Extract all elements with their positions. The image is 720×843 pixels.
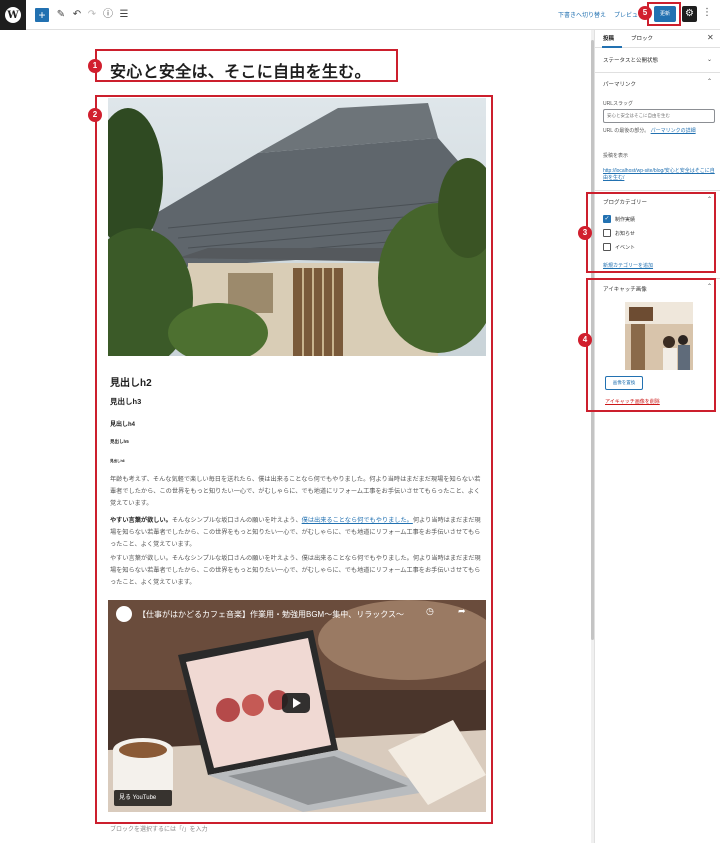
annotation-badge-2: 2 bbox=[88, 108, 102, 122]
close-icon[interactable]: ✕ bbox=[707, 33, 714, 42]
remove-featured-image-link[interactable]: アイキャッチ画像を削除 bbox=[605, 398, 660, 405]
active-tab-indicator bbox=[602, 46, 622, 48]
featured-image-panel-header[interactable]: アイキャッチ画像 bbox=[603, 285, 647, 293]
paragraph-2-text: そんなシンプルな坂口さんの願いを叶えよう、 bbox=[171, 517, 302, 524]
add-block-button[interactable]: + bbox=[35, 8, 49, 22]
play-button-icon[interactable] bbox=[282, 693, 310, 713]
house-photo-image[interactable] bbox=[108, 98, 486, 356]
chevron-up-icon[interactable]: ⌃ bbox=[707, 196, 712, 203]
share-icon[interactable]: ➦ bbox=[458, 606, 466, 617]
heading-h3[interactable]: 見出しh3 bbox=[110, 396, 141, 407]
settings-sidebar: 投稿 ブロック ✕ ステータスと公開状態 ⌄ パーマリンク ⌃ URLスラッグ … bbox=[594, 30, 720, 843]
status-panel-header[interactable]: ステータスと公開状態 bbox=[603, 56, 658, 64]
url-help-label: URL の最後の部分。 bbox=[603, 128, 650, 134]
heading-h2[interactable]: 見出しh2 bbox=[110, 374, 152, 389]
paragraph-2-link[interactable]: 僕は出来ることなら何でもやりました。 bbox=[302, 517, 413, 524]
divider bbox=[595, 190, 720, 191]
list-view-icon[interactable]: ☰ bbox=[118, 8, 130, 22]
heading-h4[interactable]: 見出しh4 bbox=[110, 419, 135, 428]
category-label: イベント bbox=[615, 244, 636, 251]
url-slug-input[interactable]: 安心と安全はそこに自由を生む bbox=[603, 109, 715, 123]
view-post-link[interactable]: http://localhost/wp-site/blog/安心と安全はそこに自… bbox=[603, 168, 715, 182]
settings-gear-icon[interactable]: ⚙ bbox=[682, 6, 697, 22]
paragraph-1[interactable]: 年齢も考えず、そんな気軽で楽しい毎日を送れたら、僕は出来ることなら何でもやりまし… bbox=[110, 474, 486, 510]
redo-icon[interactable]: ↷ bbox=[86, 8, 98, 22]
wordpress-logo-button[interactable]: W bbox=[0, 0, 26, 30]
sidebar-tabs: 投稿 ブロック ✕ bbox=[595, 30, 720, 48]
featured-image-thumbnail[interactable] bbox=[625, 302, 693, 370]
category-checkbox-row[interactable]: お知らせ bbox=[603, 229, 635, 237]
add-category-link[interactable]: 新規カテゴリーを追加 bbox=[603, 262, 653, 269]
checkbox-icon[interactable] bbox=[603, 243, 611, 251]
annotation-badge-1: 1 bbox=[88, 59, 102, 73]
tab-block[interactable]: ブロック bbox=[631, 34, 653, 42]
category-label: 制作実績 bbox=[615, 216, 636, 223]
watch-later-icon[interactable]: ◷ bbox=[426, 606, 434, 617]
more-options-icon[interactable]: ⋮ bbox=[702, 7, 712, 18]
heading-h5[interactable]: 見出しh5 bbox=[110, 439, 129, 445]
checkbox-checked-icon[interactable]: ✓ bbox=[603, 215, 611, 223]
block-appender-hint[interactable]: ブロックを選択するには「/」を入力 bbox=[110, 824, 208, 833]
channel-avatar-icon[interactable] bbox=[116, 606, 132, 622]
post-title[interactable]: 安心と安全は、そこに自由を生む。 bbox=[110, 58, 371, 82]
featured-image-illustration bbox=[625, 302, 693, 370]
view-post-label: 投稿を表示 bbox=[603, 153, 629, 159]
paragraph-2-bold: やすい言葉が欲しい。 bbox=[110, 517, 172, 524]
heading-h6[interactable]: 見出しh6 bbox=[110, 459, 125, 464]
permalink-panel-header[interactable]: パーマリンク bbox=[603, 80, 636, 88]
video-title[interactable]: 【仕事がはかどるカフェ音楽】作業用・勉強用BGM～集中、リラックス～ bbox=[138, 609, 404, 620]
category-panel-header[interactable]: ブログカテゴリー bbox=[603, 198, 647, 206]
category-checkbox-row[interactable]: イベント bbox=[603, 243, 635, 251]
category-label: お知らせ bbox=[615, 230, 635, 237]
editor-toolbar: W + ✎ ↶ ↷ ⓘ ☰ 下書きへ切り替え プレビュー 更新 ⚙ ⋮ bbox=[0, 0, 720, 30]
url-slug-label: URLスラッグ bbox=[603, 101, 634, 107]
annotation-badge-4: 4 bbox=[578, 333, 592, 347]
category-checkbox-row[interactable]: ✓ 制作実績 bbox=[603, 215, 635, 223]
switch-to-draft-button[interactable]: 下書きへ切り替え bbox=[558, 10, 606, 19]
info-icon[interactable]: ⓘ bbox=[102, 8, 114, 22]
divider bbox=[595, 278, 720, 279]
youtube-watch-bar[interactable]: 見る YouTube bbox=[114, 790, 172, 806]
url-help-text: URL の最後の部分。 パーマリンクの詳細 bbox=[603, 128, 715, 135]
update-button[interactable]: 更新 bbox=[654, 6, 676, 22]
house-photo-illustration bbox=[108, 98, 486, 356]
replace-image-button[interactable]: 画像を置換 bbox=[605, 376, 643, 390]
undo-icon[interactable]: ↶ bbox=[71, 8, 83, 22]
permalink-help-link[interactable]: パーマリンクの詳細 bbox=[651, 128, 696, 134]
annotation-badge-5: 5 bbox=[638, 6, 652, 20]
wordpress-icon: W bbox=[5, 7, 21, 23]
checkbox-icon[interactable] bbox=[603, 229, 611, 237]
chevron-up-icon[interactable]: ⌃ bbox=[707, 78, 712, 85]
paragraph-2[interactable]: やすい言葉が欲しい。そんなシンプルな坂口さんの願いを叶えよう、僕は出来ることなら… bbox=[110, 515, 486, 551]
annotation-badge-3: 3 bbox=[578, 226, 592, 240]
chevron-down-icon[interactable]: ⌄ bbox=[707, 56, 712, 63]
chevron-up-icon[interactable]: ⌃ bbox=[707, 283, 712, 290]
pen-icon[interactable]: ✎ bbox=[55, 8, 67, 22]
divider bbox=[595, 72, 720, 73]
tab-post[interactable]: 投稿 bbox=[603, 34, 614, 42]
paragraph-3[interactable]: やすい言葉が欲しい。そんなシンプルな坂口さんの願いを叶えよう、僕は出来ることなら… bbox=[110, 553, 486, 589]
youtube-embed[interactable]: 【仕事がはかどるカフェ音楽】作業用・勉強用BGM～集中、リラックス～ ◷ ➦ 見… bbox=[108, 600, 486, 812]
